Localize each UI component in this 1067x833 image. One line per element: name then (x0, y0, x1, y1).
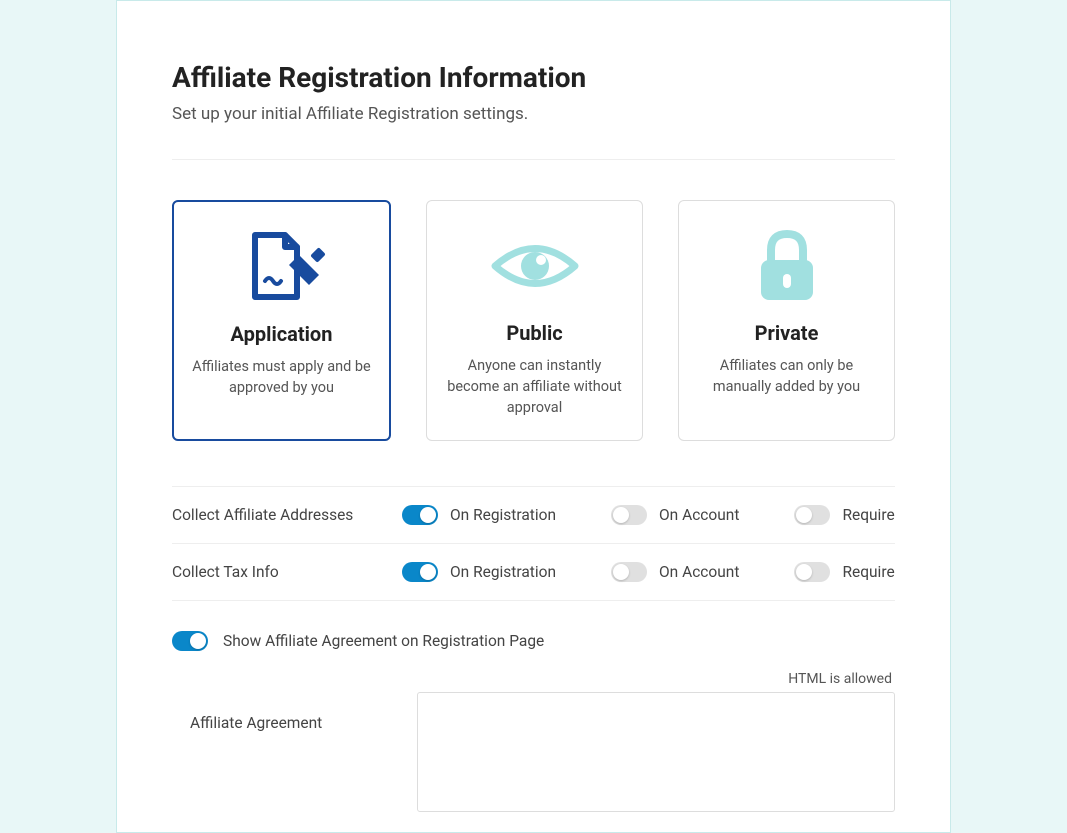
show-agreement-label: Show Affiliate Agreement on Registration… (223, 632, 544, 650)
card-private[interactable]: Private Affiliates can only be manually … (678, 200, 895, 441)
show-agreement-row: Show Affiliate Agreement on Registration… (172, 601, 895, 671)
eye-icon (490, 226, 580, 306)
collect-addresses-label: Collect Affiliate Addresses (172, 506, 402, 524)
collect-addresses-on-account-text: On Account (659, 506, 739, 524)
card-private-title: Private (755, 321, 819, 345)
collect-tax-label: Collect Tax Info (172, 563, 402, 581)
collect-addresses-on-account-toggle[interactable] (611, 505, 647, 525)
collect-tax-row: Collect Tax Info On Registration On Acco… (172, 544, 895, 601)
agreement-label: Affiliate Agreement (172, 692, 417, 732)
document-pencil-icon (237, 227, 327, 307)
page-title: Affiliate Registration Information (172, 61, 895, 94)
card-application[interactable]: Application Affiliates must apply and be… (172, 200, 391, 441)
collect-addresses-on-registration-text: On Registration (450, 506, 556, 524)
card-private-desc: Affiliates can only be manually added by… (697, 355, 876, 397)
collect-tax-require-text: Require (842, 563, 894, 581)
collect-tax-on-account-text: On Account (659, 563, 739, 581)
lock-icon (747, 226, 827, 306)
collect-addresses-require-text: Require (842, 506, 894, 524)
card-application-desc: Affiliates must apply and be approved by… (192, 356, 371, 398)
card-application-title: Application (231, 322, 333, 346)
show-agreement-toggle[interactable] (172, 631, 208, 651)
agreement-area: Affiliate Agreement (172, 692, 895, 812)
page-subtitle: Set up your initial Affiliate Registrati… (172, 104, 895, 124)
collect-tax-on-account-toggle[interactable] (611, 562, 647, 582)
card-public[interactable]: Public Anyone can instantly become an af… (426, 200, 643, 441)
collect-tax-require-toggle[interactable] (794, 562, 830, 582)
collect-tax-on-registration-toggle[interactable] (402, 562, 438, 582)
collect-addresses-row: Collect Affiliate Addresses On Registrat… (172, 486, 895, 544)
agreement-textarea[interactable] (417, 692, 895, 812)
html-allowed-note: HTML is allowed (172, 671, 895, 687)
card-public-desc: Anyone can instantly become an affiliate… (445, 355, 624, 418)
collect-addresses-on-registration-toggle[interactable] (402, 505, 438, 525)
collect-tax-on-registration-text: On Registration (450, 563, 556, 581)
registration-mode-cards: Application Affiliates must apply and be… (172, 200, 895, 441)
card-public-title: Public (506, 321, 562, 345)
settings-panel: Affiliate Registration Information Set u… (116, 0, 951, 833)
divider (172, 159, 895, 160)
collect-addresses-require-toggle[interactable] (794, 505, 830, 525)
